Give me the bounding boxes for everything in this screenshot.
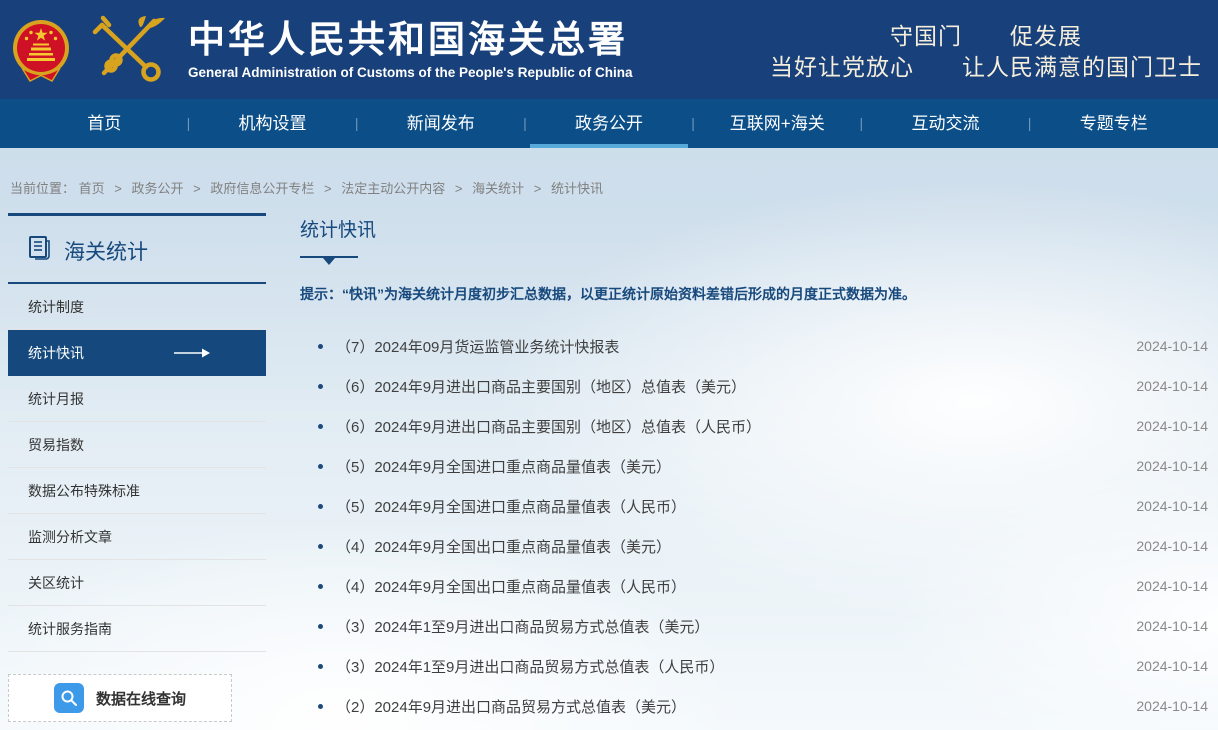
breadcrumb-separator: > bbox=[534, 181, 542, 196]
list-item: （5）2024年9月全国进口重点商品量值表（美元） 2024-10-14 bbox=[300, 446, 1208, 486]
customs-emblem-icon bbox=[86, 15, 170, 85]
breadcrumb-separator: > bbox=[324, 181, 332, 196]
header-slogan: 守国门 促发展 当好让党放心 让人民满意的国门卫士 bbox=[770, 17, 1202, 83]
triangle-down-icon bbox=[323, 258, 335, 265]
list-item-date: 2024-10-14 bbox=[1136, 498, 1208, 514]
sidebar: 海关统计 统计制度 统计快讯 统计月报 bbox=[8, 213, 266, 722]
main-panel: 统计快讯 提示：“快讯”为海关统计月度初步汇总数据，以更正统计原始资料差错后形成… bbox=[300, 213, 1208, 726]
list-item-date: 2024-10-14 bbox=[1136, 338, 1208, 354]
slogan-line1: 守国门 促发展 bbox=[770, 21, 1202, 52]
site-title-block: 中华人民共和国海关总署 General Administration of Cu… bbox=[188, 20, 633, 80]
arrow-right-icon bbox=[174, 345, 210, 361]
nav-item-organization[interactable]: 机构设置 bbox=[190, 99, 355, 148]
nav-item-gov-affairs[interactable]: 政务公开 bbox=[527, 99, 692, 148]
sidebar-item-analysis-articles[interactable]: 监测分析文章 bbox=[8, 514, 266, 560]
breadcrumb-current: 统计快讯 bbox=[551, 181, 603, 196]
list-item: （4）2024年9月全国出口重点商品量值表（人民币） 2024-10-14 bbox=[300, 566, 1208, 606]
bullet-icon bbox=[318, 424, 323, 429]
list-item: （7）2024年09月货运监管业务统计快报表 2024-10-14 bbox=[300, 326, 1208, 366]
list-item-date: 2024-10-14 bbox=[1136, 618, 1208, 634]
bullet-icon bbox=[318, 544, 323, 549]
site-title: 中华人民共和国海关总署 bbox=[188, 20, 633, 60]
data-online-query-button[interactable]: 数据在线查询 bbox=[8, 674, 232, 722]
list-item: （4）2024年9月全国出口重点商品量值表（美元） 2024-10-14 bbox=[300, 526, 1208, 566]
list-item-link[interactable]: （3）2024年1至9月进出口商品贸易方式总值表（美元） bbox=[336, 616, 1116, 637]
tip-text: 提示：“快讯”为海关统计月度初步汇总数据，以更正统计原始资料差错后形成的月度正式… bbox=[300, 284, 1208, 304]
breadcrumb-link-gov-affairs[interactable]: 政务公开 bbox=[132, 181, 184, 196]
sidebar-item-special-standards[interactable]: 数据公布特殊标准 bbox=[8, 468, 266, 514]
bullet-icon bbox=[318, 704, 323, 709]
list-item-link[interactable]: （2）2024年9月进出口商品贸易方式总值表（美元） bbox=[336, 696, 1116, 717]
list-item-date: 2024-10-14 bbox=[1136, 418, 1208, 434]
list-item-link[interactable]: （4）2024年9月全国出口重点商品量值表（美元） bbox=[336, 536, 1116, 557]
sidebar-item-statistics-express[interactable]: 统计快讯 bbox=[8, 330, 266, 376]
breadcrumb-separator: > bbox=[114, 181, 122, 196]
nav-item-home[interactable]: 首页 bbox=[22, 99, 187, 148]
list-item-date: 2024-10-14 bbox=[1136, 378, 1208, 394]
nav-item-special-topics[interactable]: 专题专栏 bbox=[1031, 99, 1196, 148]
list-item-date: 2024-10-14 bbox=[1136, 578, 1208, 594]
breadcrumb-separator: > bbox=[455, 181, 463, 196]
list-item-link[interactable]: （5）2024年9月全国进口重点商品量值表（美元） bbox=[336, 456, 1116, 477]
news-list: （7）2024年09月货运监管业务统计快报表 2024-10-14 （6）202… bbox=[300, 326, 1208, 726]
list-item-link[interactable]: （6）2024年9月进出口商品主要国别（地区）总值表（人民币） bbox=[336, 416, 1116, 437]
nav-item-internet-customs[interactable]: 互联网+海关 bbox=[695, 99, 860, 148]
sidebar-menu: 统计制度 统计快讯 统计月报 贸易指数 bbox=[8, 284, 266, 652]
list-item: （6）2024年9月进出口商品主要国别（地区）总值表（人民币） 2024-10-… bbox=[300, 406, 1208, 446]
main-nav: 首页 | 机构设置 | 新闻发布 | 政务公开 | 互联网+海关 | 互动交流 … bbox=[0, 99, 1218, 148]
national-emblem-icon bbox=[10, 17, 72, 83]
bullet-icon bbox=[318, 624, 323, 629]
slogan-line2: 当好让党放心 让人民满意的国门卫士 bbox=[770, 52, 1202, 83]
list-item: （6）2024年9月进出口商品主要国别（地区）总值表（美元） 2024-10-1… bbox=[300, 366, 1208, 406]
site-logo[interactable]: 中华人民共和国海关总署 General Administration of Cu… bbox=[8, 15, 633, 85]
sidebar-item-statistics-system[interactable]: 统计制度 bbox=[8, 284, 266, 330]
list-item-date: 2024-10-14 bbox=[1136, 538, 1208, 554]
bullet-icon bbox=[318, 344, 323, 349]
sidebar-title: 海关统计 bbox=[64, 236, 148, 266]
breadcrumb-link-statutory-content[interactable]: 法定主动公开内容 bbox=[341, 181, 445, 196]
list-item: （3）2024年1至9月进出口商品贸易方式总值表（美元） 2024-10-14 bbox=[300, 606, 1208, 646]
title-underline bbox=[300, 256, 358, 258]
list-item: （2）2024年9月进出口商品贸易方式总值表（美元） 2024-10-14 bbox=[300, 686, 1208, 726]
sidebar-header: 海关统计 bbox=[8, 216, 266, 284]
list-item: （5）2024年9月全国进口重点商品量值表（人民币） 2024-10-14 bbox=[300, 486, 1208, 526]
bullet-icon bbox=[318, 504, 323, 509]
sidebar-item-district-statistics[interactable]: 关区统计 bbox=[8, 560, 266, 606]
site-subtitle: General Administration of Customs of the… bbox=[188, 65, 633, 80]
nav-item-news[interactable]: 新闻发布 bbox=[358, 99, 523, 148]
list-item-date: 2024-10-14 bbox=[1136, 458, 1208, 474]
site-header: 中华人民共和国海关总署 General Administration of Cu… bbox=[0, 0, 1218, 99]
sidebar-item-monthly-report[interactable]: 统计月报 bbox=[8, 376, 266, 422]
list-item-date: 2024-10-14 bbox=[1136, 698, 1208, 714]
document-icon bbox=[28, 235, 51, 267]
content-area: 海关统计 统计制度 统计快讯 统计月报 bbox=[0, 213, 1218, 726]
sidebar-item-service-guide[interactable]: 统计服务指南 bbox=[8, 606, 266, 652]
breadcrumb-link-customs-statistics[interactable]: 海关统计 bbox=[472, 181, 524, 196]
bullet-icon bbox=[318, 464, 323, 469]
list-item-link[interactable]: （5）2024年9月全国进口重点商品量值表（人民币） bbox=[336, 496, 1116, 517]
list-item-link[interactable]: （6）2024年9月进出口商品主要国别（地区）总值表（美元） bbox=[336, 376, 1116, 397]
list-item-link[interactable]: （7）2024年09月货运监管业务统计快报表 bbox=[336, 336, 1116, 357]
page-title: 统计快讯 bbox=[300, 213, 1208, 242]
list-item-link[interactable]: （4）2024年9月全国出口重点商品量值表（人民币） bbox=[336, 576, 1116, 597]
bullet-icon bbox=[318, 584, 323, 589]
list-item-date: 2024-10-14 bbox=[1136, 658, 1208, 674]
list-item-link[interactable]: （3）2024年1至9月进出口商品贸易方式总值表（人民币） bbox=[336, 656, 1116, 677]
breadcrumb-separator: > bbox=[193, 181, 201, 196]
nav-item-interaction[interactable]: 互动交流 bbox=[863, 99, 1028, 148]
sidebar-item-trade-index[interactable]: 贸易指数 bbox=[8, 422, 266, 468]
breadcrumb-prefix: 当前位置： bbox=[10, 181, 75, 196]
bullet-icon bbox=[318, 384, 323, 389]
bullet-icon bbox=[318, 664, 323, 669]
search-icon bbox=[54, 683, 84, 713]
breadcrumb: 当前位置： 首页 > 政务公开 > 政府信息公开专栏 > 法定主动公开内容 > … bbox=[0, 148, 1218, 197]
list-item: （3）2024年1至9月进出口商品贸易方式总值表（人民币） 2024-10-14 bbox=[300, 646, 1208, 686]
breadcrumb-link-home[interactable]: 首页 bbox=[79, 181, 105, 196]
page-root: 中华人民共和国海关总署 General Administration of Cu… bbox=[0, 0, 1218, 730]
breadcrumb-link-info-disclosure[interactable]: 政府信息公开专栏 bbox=[210, 181, 314, 196]
